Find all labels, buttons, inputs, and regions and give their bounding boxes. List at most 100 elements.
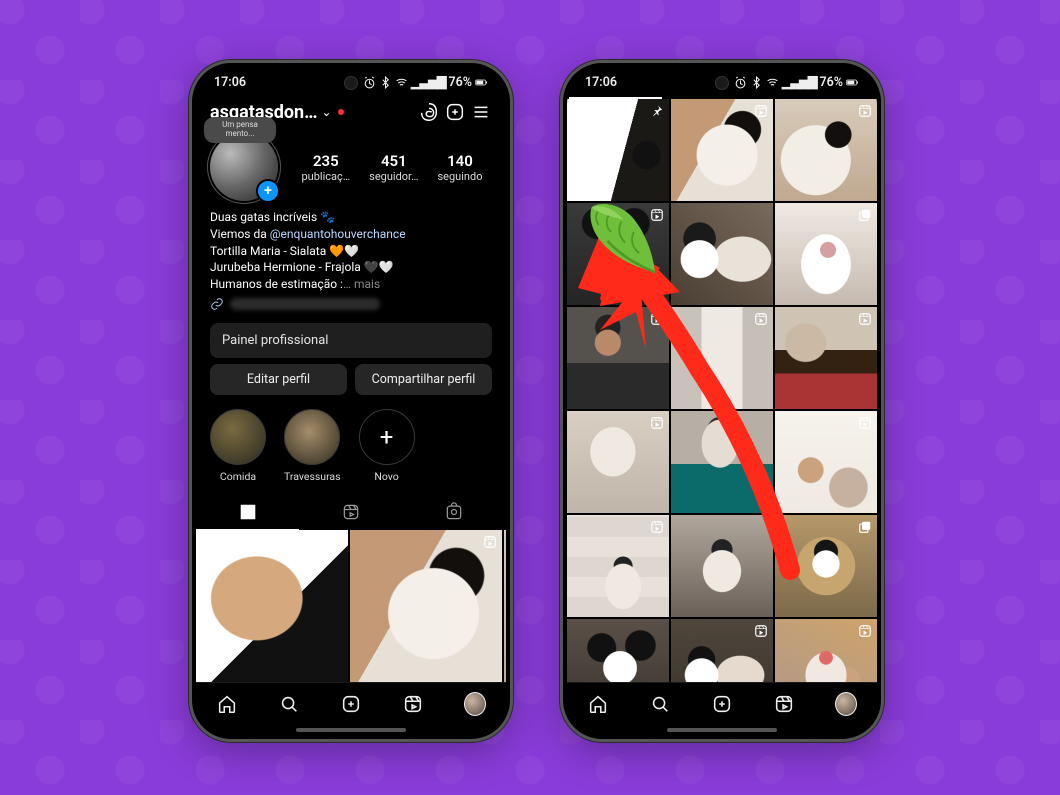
bio-line-3: Tortilla Maria - Sialata 🧡🤍 <box>210 243 492 260</box>
post-thumbnail[interactable] <box>196 530 348 682</box>
gesture-bar <box>196 725 506 735</box>
post-thumbnail[interactable] <box>567 515 669 617</box>
post-thumbnail[interactable] <box>775 203 877 305</box>
gesture-bar <box>567 725 877 735</box>
nav-home[interactable] <box>216 693 238 715</box>
create-icon[interactable] <box>444 101 466 123</box>
reel-badge-icon <box>857 103 873 119</box>
pro-dashboard-panel[interactable]: Painel profissional <box>210 323 492 358</box>
nav-reels[interactable] <box>402 693 424 715</box>
nav-profile[interactable] <box>464 693 486 715</box>
post-thumbnail[interactable] <box>775 99 877 201</box>
bio-line-5: Humanos de estimação :… mais <box>210 276 492 293</box>
post-thumbnail[interactable] <box>567 307 669 409</box>
bottom-nav <box>196 682 506 725</box>
bio-line-4: Jurubeba Hermione - Frajola 🖤🤍 <box>210 259 492 276</box>
stat-posts[interactable]: 235 publicaç… <box>302 152 351 183</box>
post-thumbnail[interactable] <box>671 307 773 409</box>
bio-more-link[interactable]: … mais <box>343 277 380 291</box>
bio-link-row[interactable] <box>196 295 506 317</box>
posts-grid[interactable] <box>567 99 877 682</box>
wifi-icon <box>766 76 779 89</box>
post-thumbnail[interactable] <box>671 619 773 682</box>
bio-block: Duas gatas incríveis 🐾 Viemos da @enquan… <box>196 201 506 295</box>
reel-badge-icon <box>857 311 873 327</box>
edit-profile-button[interactable]: Editar perfil <box>210 364 347 395</box>
post-thumbnail[interactable] <box>775 515 877 617</box>
highlight-label: Comida <box>220 470 256 483</box>
post-thumbnail[interactable] <box>504 530 506 682</box>
pin-badge-icon <box>328 534 344 550</box>
add-story-badge[interactable]: + <box>256 179 280 203</box>
reel-badge-icon <box>649 207 665 223</box>
note-bubble[interactable]: Um pensa mento... <box>204 117 276 143</box>
post-thumbnail[interactable] <box>567 99 669 201</box>
wifi-icon <box>395 76 408 89</box>
highlight-cover <box>210 409 266 465</box>
nav-create[interactable] <box>711 693 733 715</box>
background-pattern <box>0 0 1060 795</box>
nav-search[interactable] <box>649 693 671 715</box>
post-thumbnail[interactable] <box>567 203 669 305</box>
bio-line-1: Duas gatas incríveis 🐾 <box>210 209 492 226</box>
multi-badge-icon <box>857 207 873 223</box>
avatar-wrapper[interactable]: Um pensa mento... + <box>210 133 278 201</box>
menu-icon[interactable] <box>470 101 492 123</box>
profile-tabs <box>196 495 506 530</box>
highlight-label: Novo <box>374 470 398 483</box>
battery-pct: 76% <box>819 75 843 90</box>
front-camera-hole <box>715 76 729 90</box>
chevron-down-icon[interactable]: ⌄ <box>321 105 331 119</box>
post-thumbnail[interactable] <box>350 530 502 682</box>
highlight-new-cover: + <box>359 409 415 465</box>
stats-row: 235 publicaç… 451 seguidor… 140 seguindo <box>292 152 492 183</box>
post-thumbnail[interactable] <box>671 99 773 201</box>
stat-posts-label: publicaç… <box>302 170 351 183</box>
nav-search[interactable] <box>278 693 300 715</box>
reel-badge-icon <box>753 623 769 639</box>
bio-mention-link[interactable]: @enquantohouverchance <box>270 227 406 241</box>
post-thumbnail[interactable] <box>567 411 669 513</box>
share-profile-button[interactable]: Compartilhar perfil <box>355 364 492 395</box>
tutorial-canvas: 17:06 ▁▃▅▇ 76% asgatasdon… ⌄ <box>0 0 1060 795</box>
threads-icon[interactable] <box>418 101 440 123</box>
bio-line-2: Viemos da @enquantohouverchance <box>210 226 492 243</box>
nav-avatar <box>464 692 486 716</box>
post-thumbnail[interactable] <box>671 203 773 305</box>
highlights-row: Comida Travessuras + Novo <box>196 395 506 487</box>
reel-badge-icon <box>482 534 498 550</box>
bluetooth-icon <box>750 76 763 89</box>
bio-line-2-prefix: Viemos da <box>210 227 270 241</box>
post-thumbnail[interactable] <box>567 619 669 682</box>
post-thumbnail[interactable] <box>671 515 773 617</box>
post-thumbnail[interactable] <box>775 619 877 682</box>
stat-following-value: 140 <box>437 152 482 170</box>
reel-badge-icon <box>649 415 665 431</box>
stat-followers[interactable]: 451 seguidor… <box>369 152 418 183</box>
reel-badge-icon <box>649 311 665 327</box>
nav-home[interactable] <box>587 693 609 715</box>
screen-profile: 17:06 ▁▃▅▇ 76% asgatasdon… ⌄ <box>196 67 506 735</box>
post-thumbnail[interactable] <box>671 411 773 513</box>
stat-following[interactable]: 140 seguindo <box>437 152 482 183</box>
highlight-new[interactable]: + Novo <box>359 409 415 483</box>
tab-tagged[interactable] <box>403 495 506 529</box>
battery-icon <box>846 76 859 89</box>
tab-reels[interactable] <box>299 495 402 529</box>
battery-pct: 76% <box>448 75 472 90</box>
post-thumbnail[interactable] <box>775 411 877 513</box>
nav-reels[interactable] <box>773 693 795 715</box>
link-icon <box>210 297 224 311</box>
stat-followers-value: 451 <box>369 152 418 170</box>
nav-create[interactable] <box>340 693 362 715</box>
reel-badge-icon <box>857 623 873 639</box>
grid-icon <box>238 502 258 522</box>
highlight-comida[interactable]: Comida <box>210 409 266 483</box>
profile-grid-preview <box>196 530 506 682</box>
status-right-cluster: ▁▃▅▇ 76% <box>734 74 859 90</box>
reel-badge-icon <box>753 103 769 119</box>
tab-grid[interactable] <box>196 495 299 530</box>
highlight-travessuras[interactable]: Travessuras <box>284 409 341 483</box>
nav-profile[interactable] <box>835 693 857 715</box>
post-thumbnail[interactable] <box>775 307 877 409</box>
